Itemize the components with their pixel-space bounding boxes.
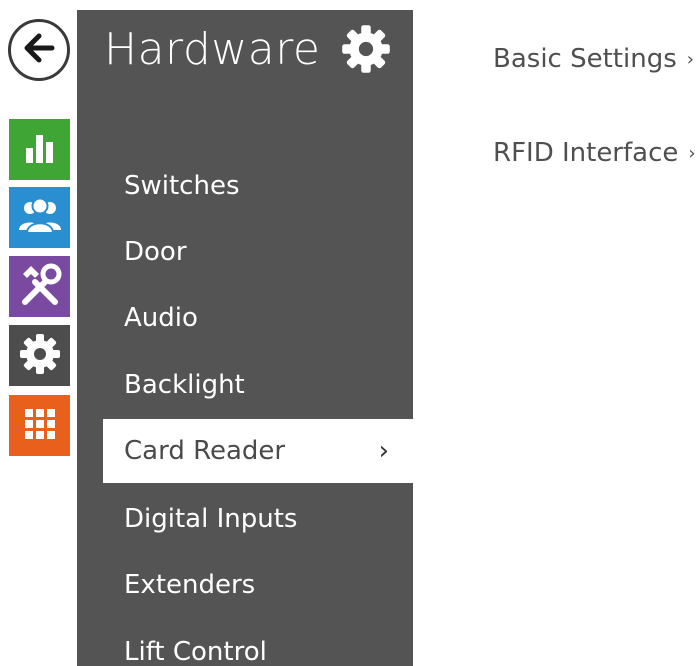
menu-item-audio[interactable]: Audio xyxy=(77,286,413,350)
menu-item-backlight[interactable]: Backlight xyxy=(77,353,413,417)
tools-icon xyxy=(17,262,63,312)
menu-item-digital-inputs[interactable]: Digital Inputs xyxy=(77,487,413,551)
page: Hardware Switches Door Audio Backlight C… xyxy=(0,0,699,666)
menu-item-card-reader[interactable]: Card Reader › xyxy=(103,419,413,483)
services-tile[interactable] xyxy=(9,256,70,317)
menu-item-label: Extenders xyxy=(124,570,256,600)
hardware-tile[interactable] xyxy=(9,325,70,386)
directory-tile[interactable] xyxy=(9,187,70,248)
hardware-menu: Hardware Switches Door Audio Backlight C… xyxy=(77,10,413,666)
menu-item-label: Card Reader xyxy=(124,436,286,466)
menu-item-lift-control[interactable]: Lift Control xyxy=(77,620,413,666)
menu-item-label: Audio xyxy=(124,303,198,333)
menu-item-label: Lift Control xyxy=(124,637,267,666)
grid-icon xyxy=(23,407,57,445)
menu-item-label: Door xyxy=(124,237,187,267)
submenu-label: RFID Interface xyxy=(493,138,679,168)
menu-item-label: Backlight xyxy=(124,370,245,400)
submenu-rfid-interface[interactable]: RFID Interface › xyxy=(493,138,696,168)
menu-item-extenders[interactable]: Extenders xyxy=(77,553,413,617)
menu-title: Hardware xyxy=(104,24,321,75)
chevron-right-icon: › xyxy=(688,143,696,164)
chevron-right-icon: › xyxy=(686,49,694,70)
gear-icon xyxy=(19,333,61,379)
system-tile[interactable] xyxy=(9,395,70,456)
menu-item-door[interactable]: Door xyxy=(77,220,413,284)
menu-item-switches[interactable]: Switches xyxy=(77,154,413,218)
gear-icon[interactable] xyxy=(341,24,391,78)
submenu-label: Basic Settings xyxy=(493,44,677,74)
menu-item-label: Digital Inputs xyxy=(124,504,298,534)
status-tile[interactable] xyxy=(9,119,70,180)
bar-chart-icon xyxy=(21,129,59,171)
users-icon xyxy=(17,196,63,240)
chevron-right-icon: › xyxy=(378,436,389,466)
back-button[interactable] xyxy=(8,19,70,81)
submenu-basic-settings[interactable]: Basic Settings › xyxy=(493,44,694,74)
menu-item-label: Switches xyxy=(124,171,240,201)
back-arrow-icon xyxy=(22,31,56,69)
